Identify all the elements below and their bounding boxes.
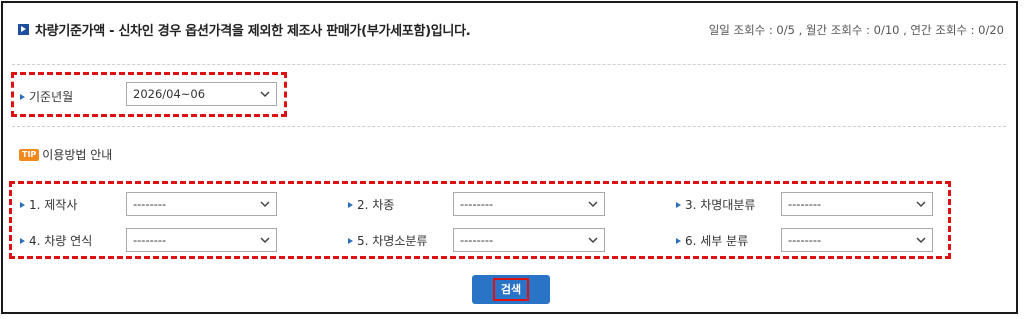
divider [12, 126, 1006, 127]
search-button[interactable]: 검색 [472, 275, 550, 304]
page-header: 차량기준가액 - 신차인 경우 옵션가격을 제외한 제조사 판매가(부가세포함)… [18, 18, 471, 40]
filter-label-model-major: 3. 차명대분류 [676, 196, 755, 213]
tip-badge: TIP [19, 148, 40, 161]
base-month-select[interactable]: 2026/04~06 [126, 82, 277, 106]
bullet-triangle-icon [20, 93, 25, 100]
filter-label-detail-class: 6. 세부 분류 [676, 232, 748, 249]
bullet-triangle-icon [676, 201, 681, 208]
usage-guide-label: 이용방법 안내 [42, 148, 113, 162]
usage-guide[interactable]: TIP 이용방법 안내 [19, 146, 112, 163]
divider [12, 64, 1006, 65]
model-year-select[interactable]: -------- [126, 228, 277, 252]
chevron-down-icon [260, 201, 270, 208]
filter-label-manufacturer: 1. 제작사 [20, 196, 77, 213]
filter-label-model-minor: 5. 차명소분류 [348, 232, 427, 249]
manufacturer-select[interactable]: -------- [126, 192, 277, 216]
title-bullet-icon [18, 23, 29, 35]
chevron-down-icon [916, 201, 926, 208]
filter-label-model-year: 4. 차량 연식 [20, 232, 92, 249]
chevron-down-icon [260, 91, 270, 98]
vehicle-type-select[interactable]: -------- [453, 192, 605, 216]
bullet-triangle-icon [348, 201, 353, 208]
filter-label-vehicle-type: 2. 차종 [348, 196, 394, 213]
model-major-select[interactable]: -------- [781, 192, 933, 216]
bullet-triangle-icon [20, 237, 25, 244]
base-month-label: 기준년월 [20, 88, 73, 105]
bullet-triangle-icon [676, 237, 681, 244]
view-count-stats: 일일 조회수 : 0/5 , 월간 조회수 : 0/10 , 연간 조회수 : … [708, 23, 1004, 37]
chevron-down-icon [916, 237, 926, 244]
page-title: 차량기준가액 - 신차인 경우 옵션가격을 제외한 제조사 판매가(부가세포함)… [35, 23, 471, 39]
search-button-label: 검색 [492, 278, 530, 301]
chevron-down-icon [588, 201, 598, 208]
chevron-down-icon [588, 237, 598, 244]
page-frame [1, 1, 1018, 314]
detail-class-select[interactable]: -------- [781, 228, 933, 252]
model-minor-select[interactable]: -------- [453, 228, 605, 252]
bullet-triangle-icon [348, 237, 353, 244]
bullet-triangle-icon [20, 201, 25, 208]
chevron-down-icon [260, 237, 270, 244]
